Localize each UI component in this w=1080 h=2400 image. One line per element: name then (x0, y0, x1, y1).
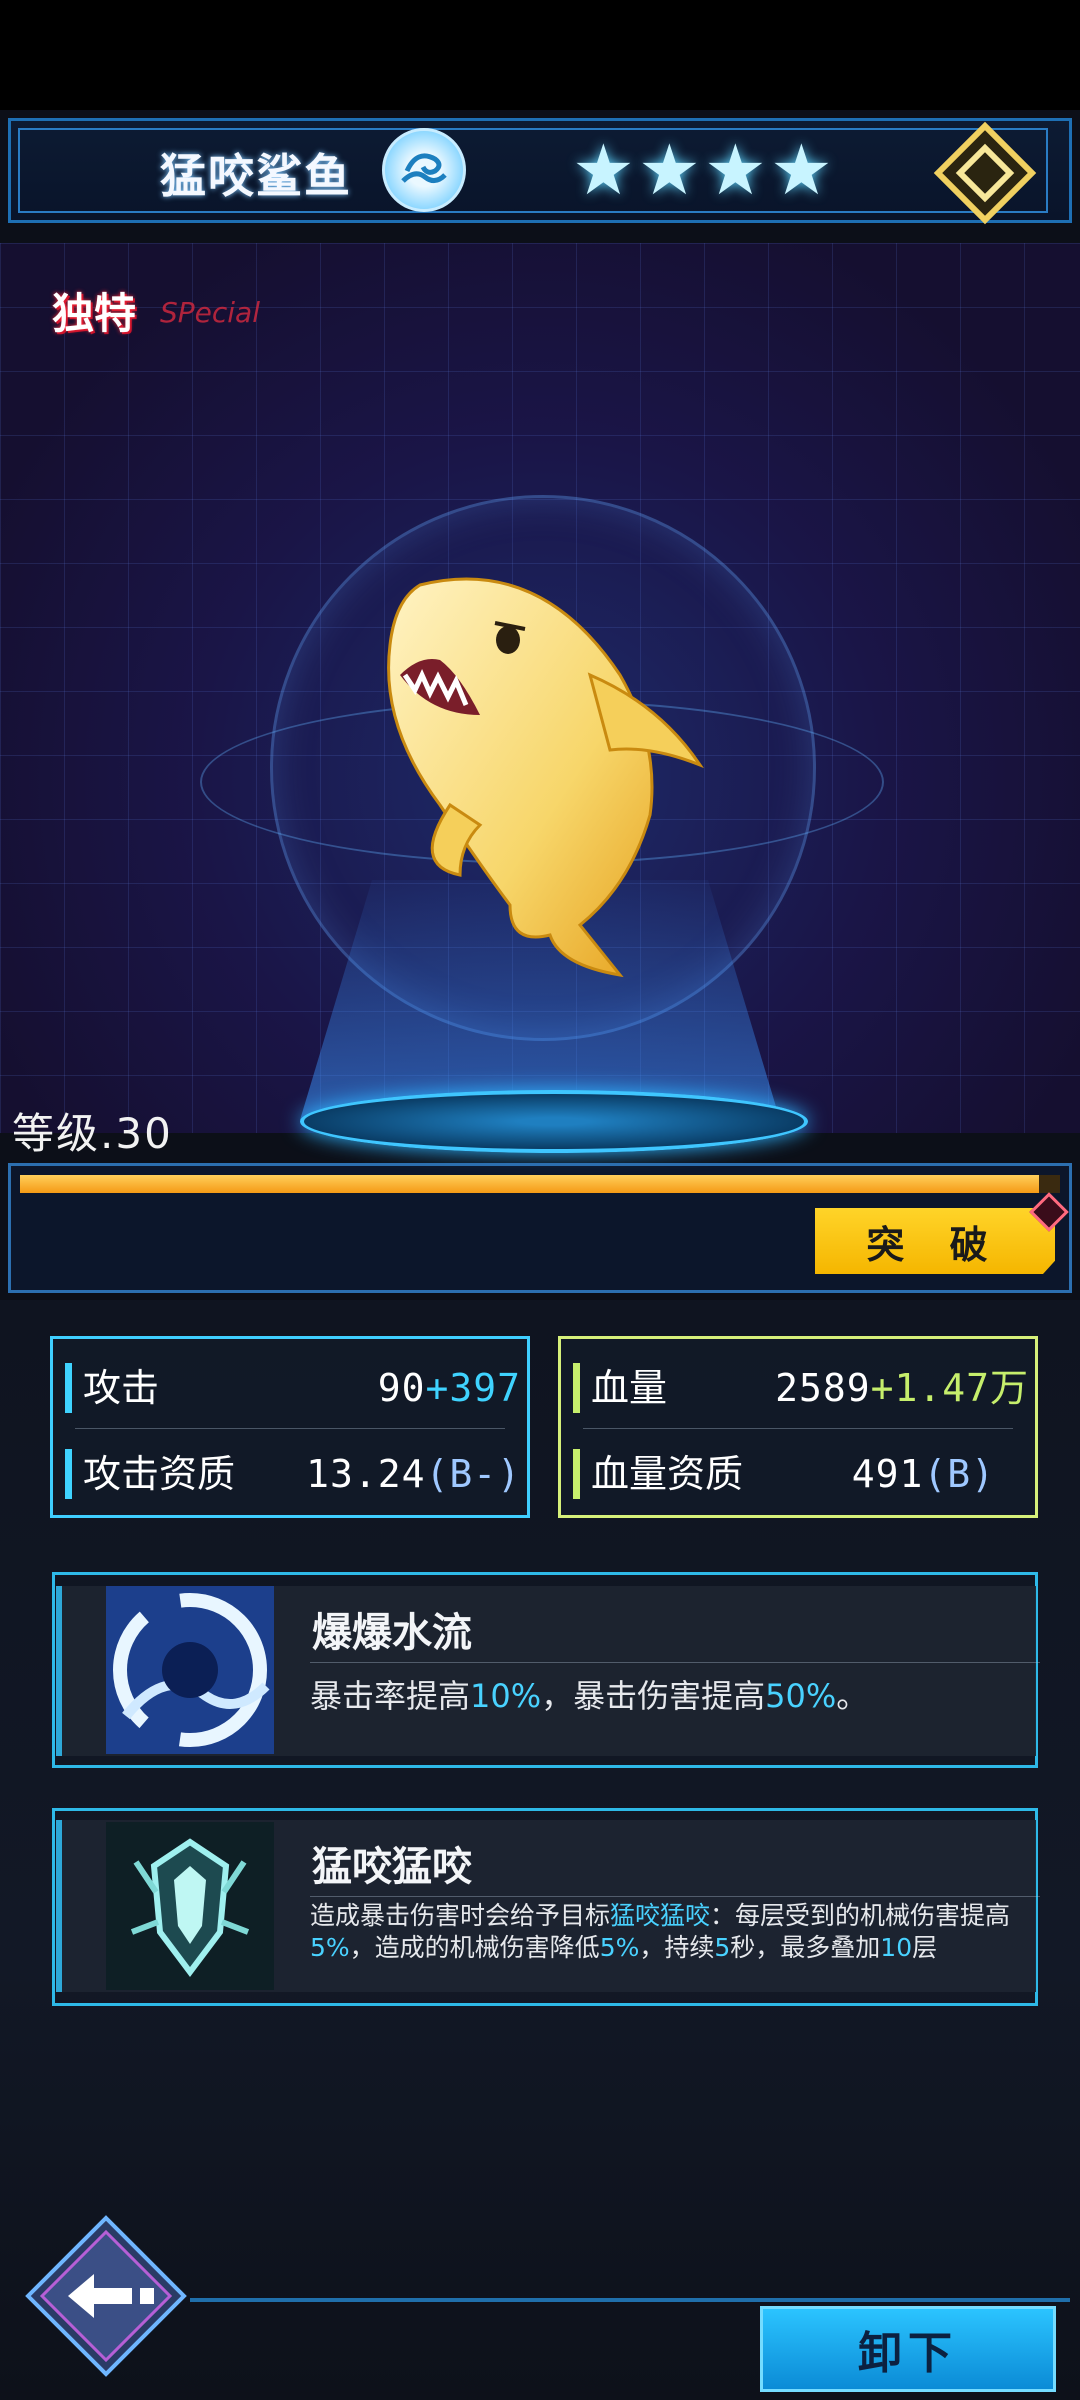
star-icon: ★ (704, 129, 767, 211)
desc-highlight: 50% (765, 1677, 837, 1715)
desc-text: ：每层受到的机械伤害提高 (710, 1901, 1011, 1930)
hologram-platform (300, 1090, 808, 1153)
star-icon: ★ (638, 129, 701, 211)
desc-text: 秒，最多叠加 (730, 1933, 881, 1962)
skill-card-water-flow[interactable]: 爆爆水流 暴击率提高10%，暴击伤害提高50%。 (56, 1586, 1040, 1756)
desc-text: 造成暴击伤害时会给予目标 (310, 1901, 611, 1930)
desc-highlight: 10 (880, 1933, 913, 1962)
desc-text: ，持续 (639, 1933, 715, 1962)
hp-base: 2589 (775, 1366, 871, 1410)
skill-description: 暴击率提高10%，暴击伤害提高50%。 (310, 1674, 1040, 1718)
desc-text: ，造成的机械伤害降低 (349, 1933, 600, 1962)
divider (75, 1428, 505, 1429)
desc-text: ，暴击伤害提高 (541, 1677, 766, 1715)
skill-title: 猛咬猛咬 (312, 1844, 472, 1890)
divider (310, 1896, 1040, 1897)
exp-bar-fill (20, 1175, 1040, 1193)
shark-pet-image (387, 577, 704, 978)
hp-bonus: +1.47万 (870, 1366, 1029, 1410)
hp-row: 血量 2589+1.47万 (561, 1353, 1035, 1423)
desc-highlight: 5% (599, 1933, 640, 1962)
status-bar-area (0, 0, 1080, 110)
hp-marker (573, 1363, 580, 1413)
hp-label: 血量 (591, 1366, 668, 1410)
attack-stats-box: 攻击 90+397 攻击资质 13.24(B-) (50, 1336, 530, 1518)
attack-quality-marker (65, 1449, 72, 1499)
attack-quality-value: 13.24(B-) (306, 1439, 521, 1509)
attack-base: 90 (377, 1366, 426, 1410)
hp-value: 2589+1.47万 (775, 1353, 1029, 1423)
hp-quality-row: 血量资质 491(B) (561, 1439, 1035, 1509)
attack-marker (65, 1363, 72, 1413)
hp-quality-number: 491 (851, 1452, 924, 1496)
breakthrough-button[interactable]: 突 破 (815, 1208, 1055, 1274)
back-arrow-icon[interactable] (22, 2212, 190, 2380)
rarity-tag-en: SPecial (160, 296, 260, 329)
hp-quality-grade: (B) (923, 1452, 995, 1496)
star-icon: ★ (572, 129, 635, 211)
desc-text: 层 (912, 1933, 938, 1962)
skill-title: 爆爆水流 (312, 1610, 472, 1656)
water-burst-skill-icon (106, 1586, 274, 1754)
divider (583, 1428, 1013, 1429)
hp-stats-box: 血量 2589+1.47万 血量资质 491(B) (558, 1336, 1038, 1518)
divider (310, 1662, 1040, 1663)
hp-quality-marker (573, 1449, 580, 1499)
desc-highlight: 10% (470, 1677, 542, 1715)
level-label: 等级.30 (12, 1109, 173, 1158)
desc-highlight: 猛咬猛咬 (610, 1901, 711, 1930)
attack-value: 90+397 (378, 1353, 521, 1423)
hp-quality-value: 491(B) (852, 1439, 995, 1509)
unload-button[interactable]: 卸下 (760, 2306, 1056, 2392)
attack-label: 攻击 (83, 1366, 160, 1410)
desc-highlight: 5 (714, 1933, 731, 1962)
pet-name: 猛咬鲨鱼 (160, 149, 352, 203)
desc-text: 暴击率提高 (310, 1677, 471, 1715)
skill-card-fierce-bite[interactable]: 猛咬猛咬 造成暴击伤害时会给予目标猛咬猛咬：每层受到的机械伤害提高5%，造成的机… (56, 1820, 1040, 1992)
gold-diamond-rank-icon (933, 121, 1037, 225)
bottom-divider (190, 2298, 1070, 2302)
attack-quality-row: 攻击资质 13.24(B-) (53, 1439, 527, 1509)
attack-row: 攻击 90+397 (53, 1353, 527, 1423)
water-wave-icon (382, 128, 466, 212)
star-icon: ★ (770, 129, 833, 211)
attack-quality-number: 13.24 (306, 1452, 426, 1496)
hp-quality-label: 血量资质 (591, 1452, 744, 1496)
attack-quality-grade: (B-) (425, 1452, 521, 1496)
desc-highlight: 5% (310, 1933, 350, 1962)
attack-quality-label: 攻击资质 (83, 1452, 236, 1496)
skill-description: 造成暴击伤害时会给予目标猛咬猛咬：每层受到的机械伤害提高 5%，造成的机械伤害降低… (310, 1900, 1040, 1964)
attack-bonus: +397 (425, 1366, 521, 1410)
shield-crest-skill-icon (106, 1822, 274, 1990)
rarity-tag: 独特 (52, 289, 137, 338)
desc-text: 。 (836, 1677, 869, 1715)
